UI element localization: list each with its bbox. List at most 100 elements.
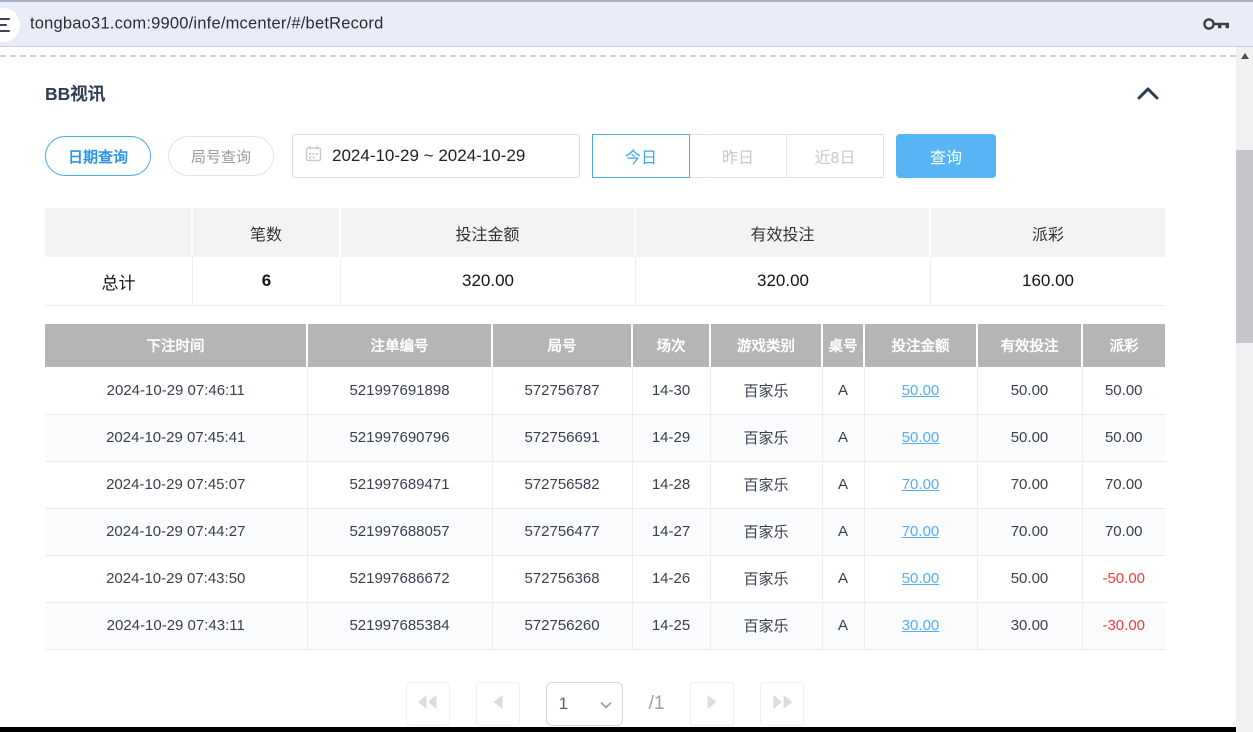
cell-order-no: 521997689471: [307, 461, 492, 508]
cell-table-no: A: [822, 461, 864, 508]
cell-payout: 70.00: [1082, 461, 1165, 508]
cell-session: 14-28: [632, 461, 710, 508]
cell-game-type: 百家乐: [710, 508, 822, 555]
cell-bet-time: 2024-10-29 07:46:11: [45, 367, 307, 414]
next-page-button[interactable]: [690, 682, 734, 726]
chevron-down-icon: [600, 694, 612, 714]
cell-session: 14-29: [632, 414, 710, 461]
key-icon: [1201, 22, 1231, 37]
cell-payout: -30.00: [1082, 602, 1165, 649]
pagination: 1 /1: [45, 682, 1165, 726]
cell-valid-bet: 70.00: [977, 461, 1082, 508]
cell-payout: -50.00: [1082, 555, 1165, 602]
bet-amount-link[interactable]: 50.00: [902, 429, 940, 446]
page-number-value: 1: [559, 694, 568, 714]
cell-game-type: 百家乐: [710, 367, 822, 414]
date-range-input[interactable]: 2024-10-29 ~ 2024-10-29: [292, 134, 580, 178]
page-number-select[interactable]: 1: [546, 682, 623, 726]
dashed-separator: [0, 55, 1236, 57]
last-8-days-button[interactable]: 近8日: [786, 134, 884, 178]
yesterday-button[interactable]: 昨日: [689, 134, 787, 178]
summary-header-count: 笔数: [193, 208, 341, 257]
cell-game-type: 百家乐: [710, 461, 822, 508]
scroll-up-arrow-icon: [1241, 53, 1249, 59]
prev-page-button[interactable]: [476, 682, 520, 726]
cell-payout: 50.00: [1082, 367, 1165, 414]
cell-bet-amount: 30.00: [864, 602, 977, 649]
quick-date-button-group: 今日 昨日 近8日: [592, 134, 884, 178]
summary-bet-amount-value: 320.00: [341, 257, 636, 306]
cell-session: 14-27: [632, 508, 710, 555]
page-title: BB视讯: [45, 81, 105, 106]
bet-amount-link[interactable]: 70.00: [902, 476, 940, 493]
panel-collapse-button[interactable]: [1137, 87, 1159, 100]
bet-record-panel: BB视讯 日期查询 局号查询: [0, 81, 1165, 726]
col-header-session: 场次: [632, 324, 710, 367]
cell-valid-bet: 50.00: [977, 367, 1082, 414]
cell-order-no: 521997690796: [307, 414, 492, 461]
cell-valid-bet: 50.00: [977, 555, 1082, 602]
password-key-button[interactable]: [1201, 15, 1231, 34]
summary-header-payout: 派彩: [931, 208, 1165, 257]
cell-valid-bet: 70.00: [977, 508, 1082, 555]
col-header-table-no: 桌号: [822, 324, 864, 367]
cell-round-no: 572756691: [492, 414, 632, 461]
bottom-bar: [0, 727, 1236, 732]
last-page-button[interactable]: [760, 682, 804, 726]
page: tongbao31.com:9900/infe/mcenter/#/betRec…: [0, 0, 1253, 732]
calendar-icon: [305, 145, 322, 167]
table-row: 2024-10-29 07:45:41 521997690796 5727566…: [45, 414, 1165, 461]
cell-bet-amount: 50.00: [864, 414, 977, 461]
date-range-value: 2024-10-29 ~ 2024-10-29: [332, 146, 525, 166]
bet-records-table: 下注时间 注单编号 局号 场次 游戏类别 桌号 投注金额 有效投注 派彩 202…: [45, 324, 1165, 650]
summary-header-valid-bet: 有效投注: [636, 208, 931, 257]
cell-valid-bet: 30.00: [977, 602, 1082, 649]
search-button[interactable]: 查询: [896, 134, 996, 178]
cell-table-no: A: [822, 508, 864, 555]
cell-table-no: A: [822, 367, 864, 414]
bet-amount-link[interactable]: 30.00: [902, 617, 940, 634]
round-query-tab[interactable]: 局号查询: [168, 136, 274, 176]
col-header-round-no: 局号: [492, 324, 632, 367]
browser-address-bar[interactable]: tongbao31.com:9900/infe/mcenter/#/betRec…: [0, 0, 1253, 47]
address-bar-url[interactable]: tongbao31.com:9900/infe/mcenter/#/betRec…: [30, 15, 384, 34]
cell-table-no: A: [822, 555, 864, 602]
cell-bet-time: 2024-10-29 07:45:41: [45, 414, 307, 461]
table-row: 2024-10-29 07:46:11 521997691898 5727567…: [45, 367, 1165, 414]
double-chevron-right-icon: [773, 695, 792, 712]
bet-amount-link[interactable]: 50.00: [902, 382, 940, 399]
cell-order-no: 521997686672: [307, 555, 492, 602]
cell-bet-amount: 50.00: [864, 555, 977, 602]
bet-amount-link[interactable]: 50.00: [902, 570, 940, 587]
table-row: 2024-10-29 07:45:07 521997689471 5727565…: [45, 461, 1165, 508]
cell-bet-amount: 50.00: [864, 367, 977, 414]
bet-amount-link[interactable]: 70.00: [902, 523, 940, 540]
col-header-bet-time: 下注时间: [45, 324, 307, 367]
summary-payout-value: 160.00: [931, 257, 1165, 306]
chevron-left-icon: [493, 695, 503, 712]
summary-header-bet-amount: 投注金额: [341, 208, 636, 257]
date-query-tab[interactable]: 日期查询: [45, 136, 151, 176]
cell-session: 14-30: [632, 367, 710, 414]
scrollbar[interactable]: [1236, 47, 1253, 732]
cell-order-no: 521997685384: [307, 602, 492, 649]
table-row: 2024-10-29 07:43:50 521997686672 5727563…: [45, 555, 1165, 602]
scroll-up-button[interactable]: [1236, 47, 1253, 64]
col-header-payout: 派彩: [1082, 324, 1165, 367]
cell-table-no: A: [822, 414, 864, 461]
cell-valid-bet: 50.00: [977, 414, 1082, 461]
cell-round-no: 572756787: [492, 367, 632, 414]
cell-order-no: 521997691898: [307, 367, 492, 414]
site-info-icon[interactable]: [0, 8, 20, 42]
chevron-up-icon: [1137, 88, 1159, 103]
scrollbar-thumb[interactable]: [1236, 150, 1253, 343]
cell-game-type: 百家乐: [710, 602, 822, 649]
first-page-button[interactable]: [406, 682, 450, 726]
cell-bet-amount: 70.00: [864, 508, 977, 555]
cell-round-no: 572756477: [492, 508, 632, 555]
table-header-row: 下注时间 注单编号 局号 场次 游戏类别 桌号 投注金额 有效投注 派彩: [45, 324, 1165, 367]
cell-bet-amount: 70.00: [864, 461, 977, 508]
cell-session: 14-26: [632, 555, 710, 602]
today-button[interactable]: 今日: [592, 134, 690, 178]
summary-header-empty: [45, 208, 193, 257]
